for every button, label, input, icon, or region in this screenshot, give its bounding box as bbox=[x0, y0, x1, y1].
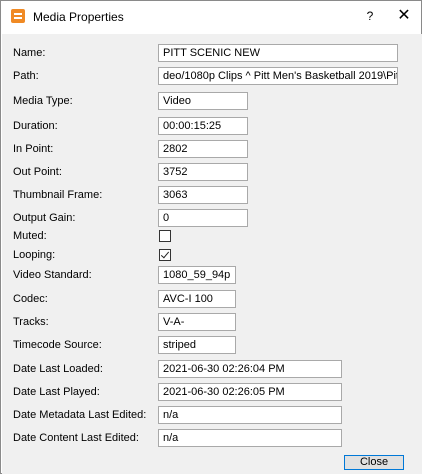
duration-label: Duration: bbox=[13, 120, 58, 132]
row-path: Path: deo/1080p Clips ^ Pitt Men's Baske… bbox=[2, 67, 422, 87]
video-standard-field[interactable]: 1080_59_94p bbox=[158, 266, 236, 284]
row-video-standard: Video Standard: 1080_59_94p bbox=[2, 266, 422, 286]
name-label: Name: bbox=[13, 47, 46, 59]
window-title: Media Properties bbox=[33, 10, 124, 24]
row-date-last-played: Date Last Played: 2021-06-30 02:26:05 PM bbox=[2, 383, 422, 403]
row-date-last-loaded: Date Last Loaded: 2021-06-30 02:26:04 PM bbox=[2, 360, 422, 380]
row-duration: Duration: 00:00:15:25 bbox=[2, 117, 422, 137]
row-output-gain: Output Gain: 0 bbox=[2, 209, 422, 229]
media-type-field[interactable]: Video bbox=[158, 92, 248, 110]
date-metadata-last-edited-field[interactable]: n/a bbox=[158, 406, 342, 424]
row-date-metadata-last-edited: Date Metadata Last Edited: n/a bbox=[2, 406, 422, 426]
date-last-loaded-label: Date Last Loaded: bbox=[13, 363, 103, 375]
out-point-field[interactable]: 3752 bbox=[158, 163, 248, 181]
help-button[interactable]: ? bbox=[359, 5, 381, 27]
codec-label: Codec: bbox=[13, 293, 48, 305]
timecode-source-field[interactable]: striped bbox=[158, 336, 236, 354]
thumbnail-frame-field[interactable]: 3063 bbox=[158, 186, 248, 204]
tracks-label: Tracks: bbox=[13, 316, 49, 328]
looping-label: Looping: bbox=[13, 249, 56, 261]
row-media-type: Media Type: Video bbox=[2, 92, 422, 112]
output-gain-label: Output Gain: bbox=[13, 212, 76, 224]
date-last-played-label: Date Last Played: bbox=[13, 386, 100, 398]
row-in-point: In Point: 2802 bbox=[2, 140, 422, 160]
thumbnail-frame-label: Thumbnail Frame: bbox=[13, 189, 103, 201]
row-date-content-last-edited: Date Content Last Edited: n/a bbox=[2, 429, 422, 449]
row-looping: Looping: bbox=[2, 246, 422, 266]
timecode-source-label: Timecode Source: bbox=[13, 339, 102, 351]
media-type-label: Media Type: bbox=[13, 95, 73, 107]
media-properties-dialog: Media Properties ? ✕ Name: PITT SCENIC N… bbox=[0, 0, 422, 474]
close-button[interactable]: Close bbox=[344, 455, 404, 470]
date-content-last-edited-label: Date Content Last Edited: bbox=[13, 432, 139, 444]
row-thumbnail-frame: Thumbnail Frame: 3063 bbox=[2, 186, 422, 206]
title-bar: Media Properties ? ✕ bbox=[1, 1, 421, 33]
close-icon[interactable]: ✕ bbox=[393, 5, 415, 27]
in-point-label: In Point: bbox=[13, 143, 54, 155]
codec-field[interactable]: AVC-I 100 bbox=[158, 290, 236, 308]
looping-checkbox[interactable] bbox=[159, 249, 171, 261]
path-label: Path: bbox=[13, 70, 39, 82]
row-timecode-source: Timecode Source: striped bbox=[2, 336, 422, 356]
tracks-field[interactable]: V-A- bbox=[158, 313, 236, 331]
date-metadata-last-edited-label: Date Metadata Last Edited: bbox=[13, 409, 147, 421]
row-codec: Codec: AVC-I 100 bbox=[2, 290, 422, 310]
duration-field[interactable]: 00:00:15:25 bbox=[158, 117, 248, 135]
app-icon bbox=[11, 9, 25, 23]
out-point-label: Out Point: bbox=[13, 166, 62, 178]
in-point-field[interactable]: 2802 bbox=[158, 140, 248, 158]
path-field[interactable]: deo/1080p Clips ^ Pitt Men's Basketball … bbox=[158, 67, 398, 85]
muted-checkbox[interactable] bbox=[159, 230, 171, 242]
row-name: Name: PITT SCENIC NEW bbox=[2, 44, 422, 64]
muted-label: Muted: bbox=[13, 230, 47, 242]
date-content-last-edited-field[interactable]: n/a bbox=[158, 429, 342, 447]
date-last-played-field[interactable]: 2021-06-30 02:26:05 PM bbox=[158, 383, 342, 401]
video-standard-label: Video Standard: bbox=[13, 269, 92, 281]
row-muted: Muted: bbox=[2, 227, 422, 247]
row-tracks: Tracks: V-A- bbox=[2, 313, 422, 333]
output-gain-field[interactable]: 0 bbox=[158, 209, 248, 227]
name-field[interactable]: PITT SCENIC NEW bbox=[158, 44, 398, 62]
row-out-point: Out Point: 3752 bbox=[2, 163, 422, 183]
properties-panel: Name: PITT SCENIC NEW Path: deo/1080p Cl… bbox=[2, 34, 422, 474]
date-last-loaded-field[interactable]: 2021-06-30 02:26:04 PM bbox=[158, 360, 342, 378]
